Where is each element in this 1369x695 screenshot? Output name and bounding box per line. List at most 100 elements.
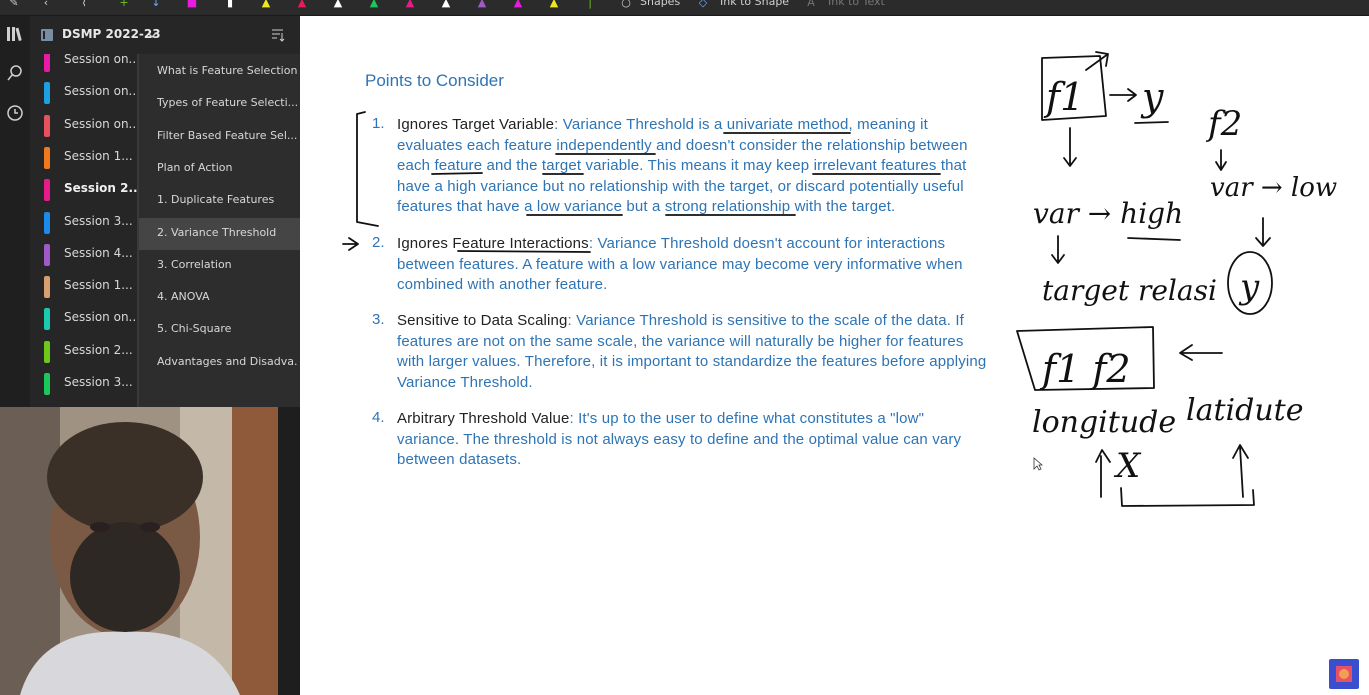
ruler-icon[interactable]: │ [584, 0, 596, 10]
ink-to-shape-button[interactable]: Ink to Shape [720, 0, 789, 8]
page-item[interactable]: What is Feature Selection [139, 56, 300, 88]
ink-text-f2: f2 [1205, 104, 1242, 144]
highlighter-magenta-icon[interactable]: ▲ [512, 0, 524, 10]
ink-text-f1: f1 [1043, 75, 1084, 119]
section-label: Session on... [64, 84, 137, 99]
page-item[interactable]: 2. Variance Threshold [139, 217, 300, 250]
shapes-button[interactable]: Shapes [640, 0, 680, 8]
section-item[interactable]: Session 2... [30, 335, 137, 367]
ink-text-y-circle: y [1238, 267, 1260, 307]
page-list-footer [139, 379, 300, 407]
pen-magenta-icon[interactable]: ■ [186, 0, 198, 10]
page-label: 3. Correlation [157, 257, 232, 271]
ink-arrow-down [1255, 217, 1271, 247]
page-item[interactable]: 5. Chi-Square [139, 314, 300, 346]
section-color-tab [44, 179, 50, 202]
ink-arrow-down [1063, 127, 1077, 167]
ink-underline-high [1127, 237, 1181, 241]
section-item[interactable]: Session 4... [30, 238, 137, 270]
notebook-title[interactable]: DSMP 2022-23 [62, 27, 161, 41]
section-color-tab [44, 54, 50, 72]
ink-text-target-relation: target relasi [1042, 274, 1217, 307]
pen-icon[interactable]: ✎ [8, 0, 20, 10]
app-logo [1329, 659, 1359, 689]
section-label: Session 2... [64, 181, 137, 196]
pen-yellow-icon[interactable]: ▲ [260, 0, 272, 10]
page-label: 5. Chi-Square [157, 322, 232, 336]
cursor-icon [1033, 457, 1043, 471]
item-paragraph: Ignores Feature Interactions: Variance T… [397, 234, 987, 296]
pen-pink-icon[interactable]: ▲ [404, 0, 416, 10]
pen-white-icon[interactable]: ▲ [332, 0, 344, 10]
page-item[interactable]: 1. Duplicate Features [139, 185, 300, 217]
notebooks-icon[interactable] [3, 25, 27, 47]
page-item[interactable]: 4. ANOVA [139, 282, 300, 314]
page-item[interactable]: Filter Based Feature Sel... [139, 121, 300, 153]
section-item[interactable]: Session on... [30, 54, 137, 76]
ribbon-toolbar: ✎ ‹ ⌇ + ↓ ■ ▮ ▲ ▲ ▲ ▲ ▲ ▲ ▲ ▲ ▲ │ ○ Shap… [0, 0, 1369, 16]
section-color-tab [44, 82, 50, 105]
ink-circle-y [1227, 251, 1273, 315]
section-label: Session 3... [64, 213, 133, 228]
item-number: 2. [372, 234, 385, 251]
item-term: Sensitive to Data Scaling [397, 312, 568, 329]
page-item[interactable]: Types of Feature Selecti... [139, 88, 300, 120]
section-label: Session on... [64, 54, 137, 66]
section-color-tab [44, 146, 50, 169]
section-item[interactable]: Session 1... [30, 270, 137, 302]
page-item[interactable]: Advantages and Disadva... [139, 347, 300, 379]
back-icon[interactable]: ‹ [40, 0, 52, 10]
page-label: Advantages and Disadva... [157, 354, 297, 368]
page-label: Filter Based Feature Sel... [157, 128, 297, 142]
ink-to-text-button[interactable]: Ink to Text [828, 0, 885, 8]
ink-text-longitude: longitude [1032, 405, 1176, 440]
ink-arrow-down [1051, 235, 1065, 264]
ink-underline-y [1134, 121, 1169, 124]
item-number: 4. [372, 409, 385, 426]
section-item[interactable]: Session 1... [30, 141, 137, 173]
recent-icon[interactable] [3, 104, 27, 126]
search-icon[interactable] [3, 64, 27, 86]
ink-arrow-down [1215, 149, 1227, 171]
ink-text-var-low: var → low [1210, 173, 1337, 203]
ink-arrow-up [1232, 444, 1249, 498]
ink-text-box-features: f1 f2 [1039, 347, 1131, 391]
section-color-tab [44, 340, 50, 363]
page-item[interactable]: Plan of Action [139, 153, 300, 185]
notebook-icon [41, 29, 53, 41]
ink-text-latitude: latidute [1186, 393, 1303, 428]
section-item[interactable]: Session on... [30, 302, 137, 334]
section-item[interactable]: Session 3... [30, 206, 137, 238]
ink-text-y: y [1140, 75, 1164, 119]
page-label: 1. Duplicate Features [157, 193, 275, 207]
item-paragraph: Ignores Target Variable: Variance Thresh… [397, 115, 987, 218]
pen-red-icon[interactable]: ▲ [296, 0, 308, 10]
pen-green-icon[interactable]: ▲ [368, 0, 380, 10]
section-color-tab [44, 243, 50, 266]
section-label: Session on... [64, 310, 137, 325]
page-item[interactable]: 3. Correlation [139, 250, 300, 282]
add-space-icon[interactable]: + [118, 0, 130, 10]
eraser-icon[interactable]: ↓ [150, 0, 162, 10]
lasso-icon[interactable]: ⌇ [78, 0, 90, 10]
highlighter-yellow-icon[interactable]: ▲ [548, 0, 560, 10]
pen-black-icon[interactable]: ▲ [440, 0, 452, 10]
pen-selected-icon[interactable]: ▮ [224, 0, 236, 10]
navigation-rail [0, 16, 30, 407]
pen-purple-icon[interactable]: ▲ [476, 0, 488, 10]
ink-arrow-up [1095, 449, 1111, 498]
ink-arrow-left [1179, 344, 1223, 361]
section-label: Session 3... [64, 375, 133, 389]
sort-icon[interactable] [270, 28, 286, 42]
page-heading: Points to Consider [365, 71, 504, 90]
section-item[interactable]: Session on... [30, 109, 137, 141]
section-item[interactable]: Session on... [30, 76, 137, 108]
section-list: Session on... Session on... Session on... S… [30, 54, 137, 407]
section-label: Session 4... [64, 245, 133, 260]
shapes-icon[interactable]: ○ [620, 0, 632, 10]
item-term: Ignores Target Variable [397, 116, 555, 133]
section-item[interactable]: Session 3... [30, 367, 137, 399]
page-label: 4. ANOVA [157, 290, 210, 304]
ink-to-shape-icon[interactable]: ◇ [697, 0, 709, 10]
section-item[interactable]: Session 2... [30, 173, 137, 205]
